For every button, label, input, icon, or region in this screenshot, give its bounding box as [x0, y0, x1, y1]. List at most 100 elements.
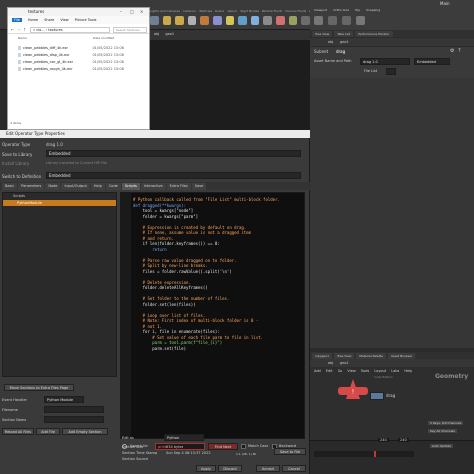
- help-icon[interactable]: ?: [458, 48, 461, 54]
- forward-arrow-icon[interactable]: →: [17, 27, 20, 32]
- file-row[interactable]: clean_pebbles_rough_4k.exr 01/05/2022 15:…: [18, 65, 148, 72]
- explorer-search-input[interactable]: Search textures: [113, 27, 147, 33]
- accept-button[interactable]: Accept: [256, 465, 280, 472]
- tab-parameters[interactable]: Parameters: [18, 183, 45, 190]
- param-path-obj[interactable]: obj: [328, 40, 333, 44]
- viewport-icon[interactable]: [314, 16, 323, 25]
- file-list-count[interactable]: [386, 68, 396, 75]
- tab-material-palette[interactable]: Material Palette: [356, 352, 386, 359]
- shelf-tab[interactable]: Grains: [215, 9, 225, 14]
- tab-scripts[interactable]: Scripts: [121, 183, 140, 190]
- tab-performance-monitor[interactable]: Performance Monitor: [355, 30, 393, 37]
- code-lines[interactable]: # Python callback called from "File List…: [133, 197, 303, 351]
- shelf-tool-icon[interactable]: [162, 16, 172, 25]
- shelf-tab[interactable]: Rigid Bodies: [240, 9, 258, 14]
- scripts-item-python-module[interactable]: PythonModule: [3, 200, 116, 206]
- switch-to-definition-field[interactable]: Embedded: [46, 172, 301, 179]
- tab-obj-geo1[interactable]: /obj/geo1: [312, 352, 333, 359]
- shelf-tab[interactable]: Particle Fluids: [262, 9, 283, 14]
- tab-help[interactable]: Help: [90, 183, 105, 190]
- address-bar[interactable]: « clo... › textures: [30, 27, 110, 33]
- menu-tools[interactable]: Tools: [361, 369, 370, 373]
- top-view-icon[interactable]: [342, 16, 351, 25]
- file-row[interactable]: clean_pebbles_diff_4k.exr 01/05/2022 15:0…: [18, 44, 148, 51]
- network-editor[interactable]: Add Edit Go View Tools Layout Labs Help …: [310, 367, 474, 440]
- drag-node-label[interactable]: drag: [386, 393, 395, 398]
- tab-basic[interactable]: Basic: [2, 183, 18, 190]
- shelf-tool-icon[interactable]: [276, 16, 285, 25]
- right-tab-top[interactable]: Top: [355, 8, 360, 12]
- shelf-tool-icon[interactable]: [288, 16, 298, 25]
- menu-view[interactable]: View: [347, 369, 355, 373]
- tab-take-list[interactable]: Take List: [334, 30, 354, 37]
- keys-channels-label[interactable]: 5 Keys, 0/0 Channels: [428, 421, 464, 425]
- explorer-titlebar[interactable]: testures – □ ×: [8, 8, 149, 16]
- ribbon-picture-tools-tab[interactable]: Picture Tools: [75, 18, 97, 22]
- right-tab-viewport[interactable]: Viewport: [314, 8, 327, 12]
- asset-library-field[interactable]: Embedded: [414, 58, 450, 65]
- shelf-tab[interactable]: Particles: [199, 9, 211, 14]
- shelf-tool-icon[interactable]: [238, 16, 247, 25]
- right-tab-ortho-grid[interactable]: Ortho Grid: [333, 8, 349, 12]
- menu-add[interactable]: Add: [314, 369, 321, 373]
- tab-save[interactable]: Save: [191, 183, 207, 190]
- desktop-title[interactable]: Main: [440, 1, 450, 6]
- shelf-tool-icon[interactable]: [175, 16, 184, 25]
- tab-node[interactable]: Node: [45, 183, 61, 190]
- shelf-tool-icon[interactable]: [250, 16, 260, 25]
- shelf-tool-icon[interactable]: [150, 16, 159, 25]
- ribbon-file-tab[interactable]: File: [12, 18, 22, 22]
- filename-field[interactable]: [44, 406, 104, 413]
- key-all-channels-button[interactable]: Key All Channels: [428, 429, 457, 433]
- shelf-tab[interactable]: Lights and Cameras: [150, 9, 180, 14]
- shelf-tab[interactable]: Viscous Fluids: [285, 9, 306, 14]
- net-path-geo1[interactable]: geo1: [340, 361, 349, 365]
- gear-icon[interactable]: ⚙: [450, 48, 454, 54]
- code-line[interactable]: parm.set(file): [133, 346, 303, 352]
- shelf-tool-icon[interactable]: [187, 16, 197, 25]
- snap-icon[interactable]: [356, 16, 365, 25]
- minimize-icon[interactable]: –: [120, 9, 122, 14]
- file-row[interactable]: clean_pebbles_disp_4k.exr 01/05/2022 15:0…: [18, 51, 148, 58]
- auto-update-toggle[interactable]: Auto Update: [430, 444, 453, 448]
- shelf-tab[interactable]: Vellum: [227, 9, 237, 14]
- viewport[interactable]: [150, 40, 310, 137]
- menu-help[interactable]: Help: [404, 369, 412, 373]
- drag-node[interactable]: [370, 392, 384, 400]
- shelf-tool-icon[interactable]: [225, 16, 235, 25]
- back-arrow-icon[interactable]: ←: [11, 27, 14, 32]
- edit-as-select[interactable]: Python: [164, 434, 204, 441]
- tab-extra-files[interactable]: Extra Files: [166, 183, 191, 190]
- column-date-modified[interactable]: Date modified: [93, 36, 148, 42]
- ribbon-view-tab[interactable]: View: [60, 18, 68, 22]
- tab-tree-view[interactable]: Tree View: [312, 30, 333, 37]
- save-to-library-field[interactable]: Embedded: [46, 150, 301, 157]
- code-editor[interactable]: # Python callback called from "File List…: [120, 192, 305, 439]
- ribbon-home-tab[interactable]: Home: [28, 18, 38, 22]
- tab-input-output[interactable]: Input/Output: [61, 183, 90, 190]
- shelf-tool-icon[interactable]: [301, 16, 310, 25]
- discard-button[interactable]: Discard: [218, 465, 242, 472]
- shelf-tab[interactable]: Collisions: [183, 9, 197, 14]
- cancel-button[interactable]: Cancel: [282, 465, 306, 472]
- current-frame-marker[interactable]: [374, 451, 376, 457]
- menu-edit[interactable]: Edit: [326, 369, 333, 373]
- tab-code[interactable]: Code: [105, 183, 121, 190]
- path-obj[interactable]: obj: [154, 32, 159, 36]
- grid-icon[interactable]: [328, 16, 337, 25]
- code-line[interactable]: # Python callback called from "File List…: [133, 197, 303, 203]
- dialog-title[interactable]: Edit Operator Type Properties: [0, 130, 310, 138]
- menu-labs[interactable]: Labs: [391, 369, 399, 373]
- event-handler-select[interactable]: Python Module: [44, 396, 84, 403]
- up-arrow-icon[interactable]: ↑: [23, 27, 26, 32]
- shelf-tool-icon[interactable]: [263, 16, 273, 25]
- tab-tree-view-2[interactable]: Tree View: [334, 352, 355, 359]
- shelf-tool-icon[interactable]: [200, 16, 210, 25]
- node-name-label[interactable]: drag: [336, 49, 345, 54]
- section-name-field[interactable]: [44, 416, 104, 423]
- close-icon[interactable]: ×: [140, 9, 143, 14]
- menu-layout[interactable]: Layout: [374, 369, 386, 373]
- right-tab-snapping[interactable]: Snapping: [366, 8, 380, 12]
- param-path-geo1[interactable]: geo1: [340, 40, 349, 44]
- path-geo1[interactable]: geo1: [165, 32, 174, 36]
